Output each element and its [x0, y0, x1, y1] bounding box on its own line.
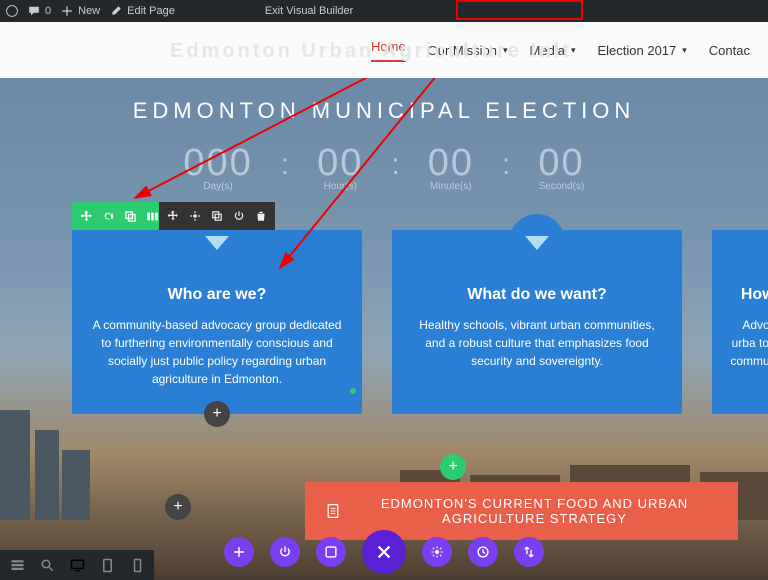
phone-icon[interactable]: [128, 556, 146, 574]
settings-icon[interactable]: [185, 206, 205, 226]
card-who[interactable]: Who are we? A community-based advocacy g…: [72, 230, 362, 414]
card-how[interactable]: How car Advocating urba to bring to comm…: [712, 230, 768, 414]
election-title: EDMONTON MUNICIPAL ELECTION: [0, 78, 768, 124]
exit-visual-builder[interactable]: Exit Visual Builder: [265, 5, 353, 17]
portability-button[interactable]: [514, 537, 544, 567]
add-section-button[interactable]: +: [440, 454, 466, 480]
zoom-icon[interactable]: [38, 556, 56, 574]
module-toolbar: [159, 202, 275, 230]
add-button[interactable]: [224, 537, 254, 567]
history-button[interactable]: [468, 537, 498, 567]
wireframe-icon[interactable]: [8, 556, 26, 574]
card-want[interactable]: What do we want? Healthy schools, vibran…: [392, 230, 682, 414]
duplicate-icon[interactable]: [207, 206, 227, 226]
settings-button[interactable]: [422, 537, 452, 567]
comments-link[interactable]: 0: [28, 5, 51, 17]
nav-media[interactable]: Media: [530, 43, 576, 58]
nav-mission[interactable]: Our Mission: [428, 43, 508, 58]
minutes-num: 00: [428, 142, 474, 185]
view-toolbar: [0, 550, 154, 580]
card-title: How car: [730, 286, 768, 304]
clipboard-icon: [325, 503, 341, 519]
card-body: A community-based advocacy group dedicat…: [90, 316, 344, 388]
hours-num: 00: [317, 142, 363, 185]
strategy-text: EDMONTON'S CURRENT FOOD AND URBAN AGRICU…: [351, 496, 718, 526]
duplicate-icon[interactable]: [120, 206, 140, 226]
builder-bottom-bar: [224, 530, 544, 580]
power-icon[interactable]: [229, 206, 249, 226]
comments-count: 0: [45, 5, 51, 17]
wp-logo[interactable]: [6, 5, 18, 17]
nav-election[interactable]: Election 2017: [597, 43, 686, 58]
delete-icon[interactable]: [251, 206, 271, 226]
add-row-button[interactable]: +: [165, 494, 191, 520]
close-builder-button[interactable]: [362, 530, 406, 574]
days-num: 000: [183, 142, 252, 185]
desktop-icon[interactable]: [68, 556, 86, 574]
power-button[interactable]: [270, 537, 300, 567]
resize-handle[interactable]: [350, 388, 356, 394]
card-title: What do we want?: [410, 286, 664, 304]
move-icon[interactable]: [163, 206, 183, 226]
nav-home[interactable]: Home: [371, 39, 406, 62]
edit-page-link[interactable]: Edit Page: [110, 5, 175, 17]
settings-icon[interactable]: [98, 206, 118, 226]
new-link[interactable]: New: [61, 5, 100, 17]
tablet-icon[interactable]: [98, 556, 116, 574]
nav-contact[interactable]: Contac: [709, 43, 750, 58]
add-module-button[interactable]: +: [204, 401, 230, 427]
wp-admin-bar: 0 New Edit Page Exit Visual Builder: [0, 0, 768, 22]
cards-row: Who are we? A community-based advocacy g…: [72, 230, 768, 414]
card-title: Who are we?: [90, 286, 344, 304]
hero-section: EDMONTON MUNICIPAL ELECTION 000Day(s) : …: [0, 78, 768, 580]
save-button[interactable]: [316, 537, 346, 567]
card-body: Healthy schools, vibrant urban communiti…: [410, 316, 664, 370]
seconds-num: 00: [538, 142, 584, 185]
move-icon[interactable]: [76, 206, 96, 226]
countdown: 000Day(s) : 00Hour(s) : 00Minute(s) : 00…: [0, 142, 768, 192]
triangle-icon: [509, 214, 565, 270]
card-body: Advocating urba to bring to communities …: [730, 316, 768, 370]
site-nav: Edmonton Urban Agriculture Init Home Our…: [0, 22, 768, 78]
